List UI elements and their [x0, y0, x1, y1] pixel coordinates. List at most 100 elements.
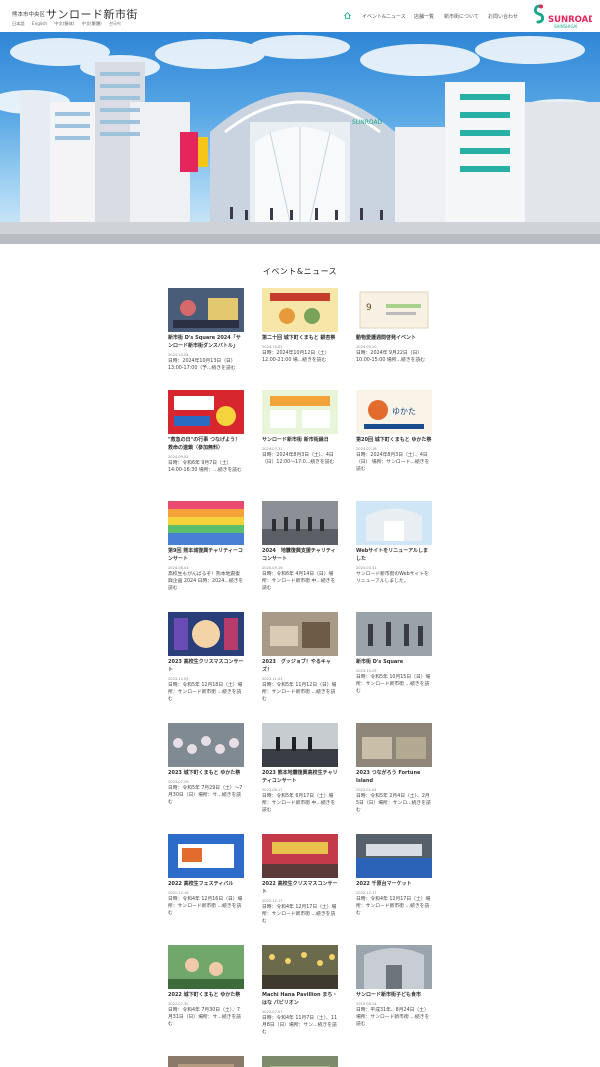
news-thumbnail[interactable]	[356, 612, 432, 656]
news-card[interactable]: ゆかた 第20回 城下町くまもと ゆかた祭 2024.07.18 日時：2024年8月…	[356, 390, 432, 473]
news-thumbnail[interactable]: 9	[356, 288, 432, 332]
news-excerpt[interactable]: 日時：令和4年 11月7日（土）、11月8日（日）場所：サン...続きを読む	[262, 1015, 338, 1036]
news-title[interactable]: 新市街 D's Square	[356, 658, 432, 666]
news-title[interactable]: サンロード新市街子ども食市	[356, 991, 432, 999]
news-title[interactable]: 2024 地震復興支援チャリティコンサート	[262, 547, 338, 563]
hero-slider[interactable]: SUNROAD	[0, 32, 600, 244]
news-title[interactable]: 2022 高校生フェスティバル	[168, 880, 244, 888]
news-thumbnail[interactable]	[168, 1056, 244, 1067]
news-title[interactable]: 2023 熊本地震復興高校生チャリティコンサート	[262, 769, 338, 785]
news-title[interactable]: 2023 城下町くまもと ゆかた祭	[168, 769, 244, 777]
home-icon[interactable]	[344, 12, 351, 19]
news-title[interactable]: "救急の日"の行事 つなげよう！救命の連鎖（参加無料）	[168, 436, 244, 452]
news-excerpt[interactable]: 日時：2024年 9月22日（日）10:00-15:00 場所...続きを読む	[356, 350, 432, 364]
news-card[interactable]: 2024 地震復興支援チャリティコンサート 2024.05.16 日時：令和6年 4…	[262, 501, 338, 592]
news-card[interactable]: 第9回 熊本城復興チャリティーコンサート 2024.06.03 高校生もがんばるぞ！…	[168, 501, 244, 592]
news-title[interactable]: サンロード新市街 新市街縁日	[262, 436, 338, 444]
news-card[interactable]: 2022 城下町くまもと ゆかた祭 2022.07.30 日時：令和4年 7月30日…	[168, 945, 244, 1028]
news-excerpt[interactable]: 日時：令和5年 6月17日（土）場所：サンロード新市街 中...続きを読む	[262, 793, 338, 814]
news-card[interactable]: 新市街 D's Square 2023.10.25 日時：令和5年 10月15日（日…	[356, 612, 432, 695]
news-card[interactable]: サンロード新市街 新市街縁日 2024.07.31 日時：2024年8月3日（土）、…	[262, 390, 338, 466]
news-thumbnail[interactable]	[356, 834, 432, 878]
news-card[interactable]	[168, 1056, 244, 1067]
news-title[interactable]: 動物愛護週間啓発イベント	[356, 334, 432, 342]
news-card[interactable]: 新市街 D's Square 2024「サンロード新市街ダンスバトル」 2024.…	[168, 288, 244, 372]
nav-about[interactable]: 新市街について	[444, 13, 479, 20]
lang-zh-hans[interactable]: 中文(簡体)	[54, 21, 74, 26]
news-title[interactable]: 2022 高校生クリスマスコンサート	[262, 880, 338, 896]
news-title[interactable]: 第9回 熊本城復興チャリティーコンサート	[168, 547, 244, 563]
lang-ja[interactable]: 日本語	[12, 21, 25, 26]
news-card[interactable]	[262, 1056, 338, 1067]
news-card[interactable]: "救急の日"の行事 つなげよう！救命の連鎖（参加無料） 2024.09.03 日時：…	[168, 390, 244, 474]
news-card[interactable]: 9 動物愛護週間啓発イベント 2024.09.20 日時：2024年 9月22日（日）…	[356, 288, 432, 364]
news-title[interactable]: 第二十回 城下町くまもと 銀杏祭	[262, 334, 338, 342]
news-excerpt[interactable]: 日時：令和4年 12月17日（土）場所：サンロード新市街 ...続きを読む	[356, 896, 432, 917]
news-thumbnail[interactable]	[262, 834, 338, 878]
news-title[interactable]: Machi Hana Pavillion まち・はな パビリオン	[262, 991, 338, 1007]
lang-zh-hant[interactable]: 中文(繁體)	[82, 21, 102, 26]
news-excerpt[interactable]: 日時：平成31年、8月24日（土）場所：サンロード新市街 ...続きを読む	[356, 1007, 432, 1028]
news-card[interactable]: サンロード新市街子ども食市 2019.08.24 日時：平成31年、8月24日（土）…	[356, 945, 432, 1028]
news-excerpt[interactable]: 日時：令和5年 12月18日（土）場所：サンロード新市街 ...続きを読む	[168, 682, 244, 703]
news-title[interactable]: 2022 城下町くまもと ゆかた祭	[168, 991, 244, 999]
news-thumbnail[interactable]	[168, 390, 244, 434]
news-thumbnail[interactable]	[262, 612, 338, 656]
news-thumbnail[interactable]	[168, 288, 244, 332]
news-title[interactable]: 2023 高校生クリスマスコンサート	[168, 658, 244, 674]
news-excerpt[interactable]: 日時：2024年8月3日（土）、4日（日） 場所：サンロード...続きを読む	[356, 452, 432, 473]
news-thumbnail[interactable]	[262, 1056, 338, 1067]
news-thumbnail[interactable]	[356, 501, 432, 545]
nav-contact[interactable]: お問い合わせ	[488, 13, 518, 20]
lang-en[interactable]: English	[32, 21, 47, 26]
news-thumbnail[interactable]	[262, 390, 338, 434]
news-excerpt[interactable]: 日時：2024年8月3日（土）、4日（日）12:00～17:0...続きを読む	[262, 452, 338, 466]
news-card[interactable]: 2022 高校生フェスティバル 2022.12.16 日時：令和4年 12月16日（…	[168, 834, 244, 917]
nav-shops[interactable]: 店舗一覧	[414, 13, 434, 20]
news-thumbnail[interactable]	[262, 501, 338, 545]
news-card[interactable]: Machi Hana Pavillion まち・はな パビリオン 2022.07.…	[262, 945, 338, 1036]
news-excerpt[interactable]: 日時：2024年10月12日（土）12:00-21:00 場...続きを読む	[262, 350, 338, 364]
news-card[interactable]: 2023 グッジョブ！やるキャズ！ 2023.11.02 日時：令和5年 11月12…	[262, 612, 338, 703]
news-thumbnail[interactable]	[262, 288, 338, 332]
news-thumbnail[interactable]: ゆかた	[356, 390, 432, 434]
news-excerpt[interactable]: 高校生もがんばるぞ！熊本地震復興企画 2024 日時：2024...続きを読む	[168, 571, 244, 592]
brand-title[interactable]: サンロード新市街	[46, 6, 138, 22]
news-excerpt[interactable]: 日時：令和5年 2月4日（土）、2月5日（日）場所：サンロ...続きを読む	[356, 793, 432, 814]
nav-events[interactable]: イベント&ニュース	[362, 13, 406, 20]
news-card[interactable]: 2023 高校生クリスマスコンサート 2023.12.05 日時：令和5年 12月1…	[168, 612, 244, 703]
news-title[interactable]: 2023 つながろう Fortune Island	[356, 769, 432, 785]
news-excerpt[interactable]: 日時：令和6年 9月7日（土）14:00-16:30 場所：...続きを読む	[168, 460, 244, 474]
news-excerpt[interactable]: 日時：令和5年 10月15日（日）場所：サンロード新市街 ...続きを読む	[356, 674, 432, 695]
news-thumbnail[interactable]	[262, 723, 338, 767]
news-excerpt[interactable]: サンロード新市街のWebサイトをリニューアルしました。	[356, 571, 432, 585]
news-excerpt[interactable]: 日時：令和4年 12月16日（日）場所：サンロード新市街 ...続きを読む	[168, 896, 244, 917]
news-excerpt[interactable]: 日時：2024年10月13日（日）13:00-17:00（予...続きを読む	[168, 358, 244, 372]
news-card[interactable]: 2022 千原台マーケット 2022.12.17 日時：令和4年 12月17日（土）…	[356, 834, 432, 917]
news-excerpt[interactable]: 日時：令和5年 7月29日（土）～7月30日（日）場所：サ...続きを読む	[168, 785, 244, 806]
news-excerpt[interactable]: 日時：令和6年 4月14日（日）場所：サンロード新市街 中...続きを読む	[262, 571, 338, 592]
news-card[interactable]: Webサイトをリニューアルしました 2024.03.31 サンロード新市街のWebサ…	[356, 501, 432, 585]
news-card[interactable]: 2023 つながろう Fortune Island 2023.02.04 日時：令和…	[356, 723, 432, 814]
news-excerpt[interactable]: 日時：令和4年 7月30日（土）、7月31日（日）場所：サ...続きを読む	[168, 1007, 244, 1028]
news-thumbnail[interactable]	[356, 945, 432, 989]
lang-ko[interactable]: 한국어	[109, 21, 121, 26]
news-card[interactable]: 2022 高校生クリスマスコンサート 2022.12.17 日時：令和4年 12月1…	[262, 834, 338, 925]
news-excerpt[interactable]: 日時：令和5年 11月12日（日）場所：サンロード新市街 ...続きを読む	[262, 682, 338, 703]
news-title[interactable]: 2022 千原台マーケット	[356, 880, 432, 888]
news-thumbnail[interactable]	[168, 501, 244, 545]
news-thumbnail[interactable]	[262, 945, 338, 989]
news-thumbnail[interactable]	[168, 834, 244, 878]
news-thumbnail[interactable]	[168, 723, 244, 767]
news-title[interactable]: 新市街 D's Square 2024「サンロード新市街ダンスバトル」	[168, 334, 244, 350]
news-thumbnail[interactable]	[356, 723, 432, 767]
news-title[interactable]: Webサイトをリニューアルしました	[356, 547, 432, 563]
news-card[interactable]: 2023 城下町くまもと ゆかた祭 2023.07.29 日時：令和5年 7月29日…	[168, 723, 244, 806]
news-title[interactable]: 第20回 城下町くまもと ゆかた祭	[356, 436, 432, 444]
news-card[interactable]: 第二十回 城下町くまもと 銀杏祭 2024.10.02 日時：2024年10月12日…	[262, 288, 338, 364]
news-title[interactable]: 2023 グッジョブ！やるキャズ！	[262, 658, 338, 674]
news-thumbnail[interactable]	[168, 612, 244, 656]
sunroad-logo[interactable]: SUNROAD SHINSHIGAI	[530, 3, 592, 29]
news-thumbnail[interactable]	[168, 945, 244, 989]
news-card[interactable]: 2023 熊本地震復興高校生チャリティコンサート 2023.06.17 日時：令和5…	[262, 723, 338, 814]
